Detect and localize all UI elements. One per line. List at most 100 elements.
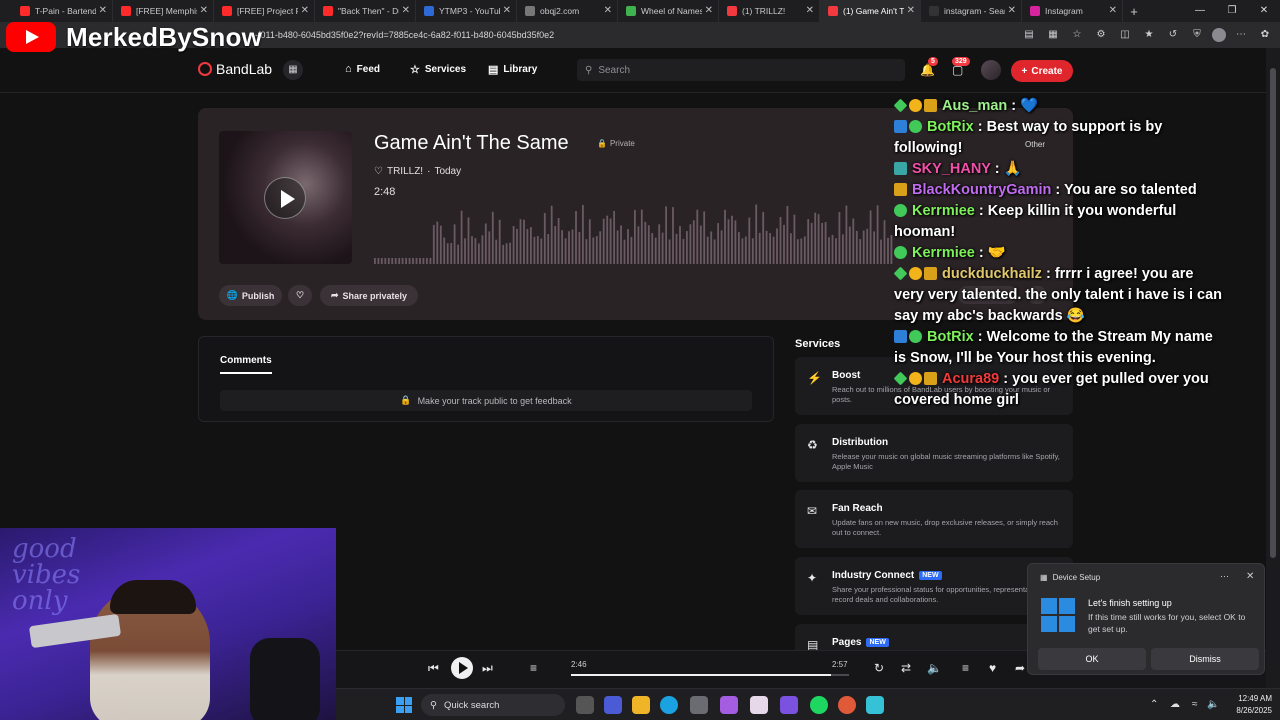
copilot-icon[interactable]: ✿ bbox=[1256, 26, 1274, 44]
star-icon[interactable]: ☆ bbox=[1068, 26, 1086, 44]
tab-close-icon[interactable]: ✕ bbox=[1109, 5, 1117, 16]
waveform-bar bbox=[627, 229, 629, 264]
tab-close-icon[interactable]: ✕ bbox=[907, 5, 915, 16]
next-icon[interactable]: ⏭ bbox=[482, 661, 493, 676]
tab-close-icon[interactable]: ✕ bbox=[402, 5, 410, 16]
browser-tab[interactable]: (1) Game Ain't Th ✕ bbox=[820, 0, 921, 22]
bandlab-logo[interactable]: BandLab bbox=[198, 61, 272, 77]
search-input[interactable] bbox=[598, 64, 889, 76]
browser-tab[interactable]: Wheel of Names ✕ bbox=[618, 0, 719, 22]
apps-grid-icon[interactable]: ▦ bbox=[283, 60, 303, 80]
tab-menu-icon[interactable] bbox=[0, 0, 12, 22]
close-window-button[interactable]: ✕ bbox=[1248, 0, 1280, 22]
favorites-icon[interactable]: ★ bbox=[1140, 26, 1158, 44]
waveform[interactable] bbox=[374, 198, 894, 264]
tray-chevron-icon[interactable]: ⌃ bbox=[1150, 699, 1158, 710]
play-button[interactable] bbox=[451, 657, 473, 679]
edge-icon[interactable] bbox=[660, 696, 678, 714]
task-view-icon[interactable] bbox=[576, 696, 594, 714]
notification-close-icon[interactable]: ✕ bbox=[1246, 571, 1254, 582]
browser-tab[interactable]: [FREE] Memphis ✕ bbox=[113, 0, 214, 22]
tab-close-icon[interactable]: ✕ bbox=[604, 5, 612, 16]
notifications-button[interactable]: 🔔 5 bbox=[920, 57, 938, 77]
browser-tab[interactable]: obqj2.com ✕ bbox=[517, 0, 618, 22]
cover-play-button[interactable] bbox=[264, 177, 306, 219]
tray-app-icon[interactable]: ☁ bbox=[1170, 699, 1180, 710]
progress-track[interactable] bbox=[571, 674, 849, 676]
discord-icon[interactable] bbox=[780, 696, 798, 714]
browser-tab[interactable]: T-Pain - Bartend ✕ bbox=[12, 0, 113, 22]
track-cover-art[interactable] bbox=[219, 131, 352, 264]
scrollbar-thumb[interactable] bbox=[1270, 68, 1276, 558]
extensions-icon[interactable]: ⚙ bbox=[1092, 26, 1110, 44]
tab-close-icon[interactable]: ✕ bbox=[503, 5, 511, 16]
notification-more-icon[interactable]: ⋯ bbox=[1220, 571, 1229, 582]
heart-filled-icon[interactable]: ♥ bbox=[989, 661, 996, 675]
browser-tab[interactable]: YTMP3 - YouTub ✕ bbox=[416, 0, 517, 22]
teams-icon[interactable] bbox=[604, 696, 622, 714]
tab-comments[interactable]: Comments bbox=[220, 355, 272, 374]
new-tab-button[interactable]: + bbox=[1123, 4, 1145, 19]
taskbar-search[interactable]: ⚲ Quick search bbox=[421, 694, 565, 716]
apps-icon[interactable]: ▦ bbox=[1044, 26, 1062, 44]
playlist-icon[interactable]: ≡ bbox=[962, 661, 969, 675]
copilot-app-icon[interactable] bbox=[720, 696, 738, 714]
nav-library[interactable]: ▤ Library bbox=[488, 63, 537, 76]
waveform-bar bbox=[741, 238, 744, 264]
tab-close-icon[interactable]: ✕ bbox=[806, 5, 814, 16]
more-icon[interactable]: ⋯ bbox=[1232, 26, 1250, 44]
publish-button[interactable]: 🌐 Publish bbox=[219, 285, 282, 306]
ok-button[interactable]: OK bbox=[1038, 648, 1146, 670]
tab-close-icon[interactable]: ✕ bbox=[1008, 5, 1016, 16]
browser-tab[interactable]: "Back Then" - Du ✕ bbox=[315, 0, 416, 22]
chat-badge-icon bbox=[909, 372, 922, 385]
like-button[interactable]: ♡ bbox=[288, 285, 312, 306]
page-scrollbar[interactable] bbox=[1266, 48, 1280, 688]
reader-icon[interactable]: ▤ bbox=[1020, 26, 1038, 44]
waveform-bar bbox=[616, 230, 619, 264]
tab-close-icon[interactable]: ✕ bbox=[200, 5, 208, 16]
chat-separator: : bbox=[974, 203, 988, 219]
app-icon[interactable] bbox=[750, 696, 768, 714]
browser-tab[interactable]: (1) TRILLZ! ✕ bbox=[719, 0, 820, 22]
notepad-icon[interactable] bbox=[866, 696, 884, 714]
upload-date: Today bbox=[434, 166, 462, 177]
browser-tab[interactable]: instagram - Sear ✕ bbox=[921, 0, 1022, 22]
obs-icon[interactable] bbox=[838, 696, 856, 714]
browser-tab[interactable]: Instagram ✕ bbox=[1022, 0, 1123, 22]
shield-icon[interactable]: ⛨ bbox=[1188, 26, 1206, 44]
share-arrow-icon[interactable]: ➦ bbox=[1015, 661, 1025, 675]
browser-tab[interactable]: [FREE] Project Pa✕ bbox=[214, 0, 315, 22]
service-card[interactable]: ✉ Fan Reach Update fans on new music, drop… bbox=[795, 490, 1073, 548]
start-button[interactable] bbox=[396, 697, 412, 713]
service-card[interactable]: ♻ Distribution Release your music on globa… bbox=[795, 424, 1073, 482]
maximize-button[interactable]: ❐ bbox=[1216, 0, 1248, 22]
store-icon[interactable] bbox=[690, 696, 708, 714]
nav-feed[interactable]: ⌂ Feed bbox=[345, 63, 380, 75]
tab-close-icon[interactable]: ✕ bbox=[99, 5, 107, 16]
share-privately-button[interactable]: ➦ Share privately bbox=[320, 285, 418, 306]
history-icon[interactable]: ↺ bbox=[1164, 26, 1182, 44]
split-icon[interactable]: ◫ bbox=[1116, 26, 1134, 44]
queue-icon[interactable]: ≡ bbox=[530, 661, 537, 675]
system-clock[interactable]: 12:49 AM 8/26/2025 bbox=[1224, 693, 1272, 717]
url-field[interactable]: -f011-b480-6045bd35f0e2?revId=7885ce4c-6… bbox=[255, 26, 1015, 44]
tab-close-icon[interactable]: ✕ bbox=[301, 5, 309, 16]
create-button[interactable]: + Create bbox=[1011, 60, 1073, 82]
spotify-icon[interactable] bbox=[810, 696, 828, 714]
speaker-icon[interactable]: 🔈 bbox=[1207, 699, 1219, 710]
previous-icon[interactable]: ⏮ bbox=[428, 661, 439, 676]
dismiss-button[interactable]: Dismiss bbox=[1151, 648, 1259, 670]
minimize-button[interactable]: — bbox=[1184, 0, 1216, 22]
messages-button[interactable]: ▢ 329 bbox=[952, 57, 970, 77]
profile-avatar[interactable] bbox=[1212, 28, 1226, 42]
artist-name[interactable]: TRILLZ! bbox=[387, 166, 423, 177]
file-explorer-icon[interactable] bbox=[632, 696, 650, 714]
repeat-icon[interactable]: ↻ bbox=[874, 661, 884, 675]
shuffle-icon[interactable]: ⇄ bbox=[901, 661, 911, 675]
nav-services[interactable]: ☆ Services bbox=[410, 63, 466, 76]
volume-icon[interactable]: 🔈 bbox=[927, 661, 942, 675]
user-avatar[interactable] bbox=[981, 60, 1001, 80]
wifi-icon[interactable]: ≈ bbox=[1192, 699, 1198, 710]
tab-close-icon[interactable]: ✕ bbox=[705, 5, 713, 16]
